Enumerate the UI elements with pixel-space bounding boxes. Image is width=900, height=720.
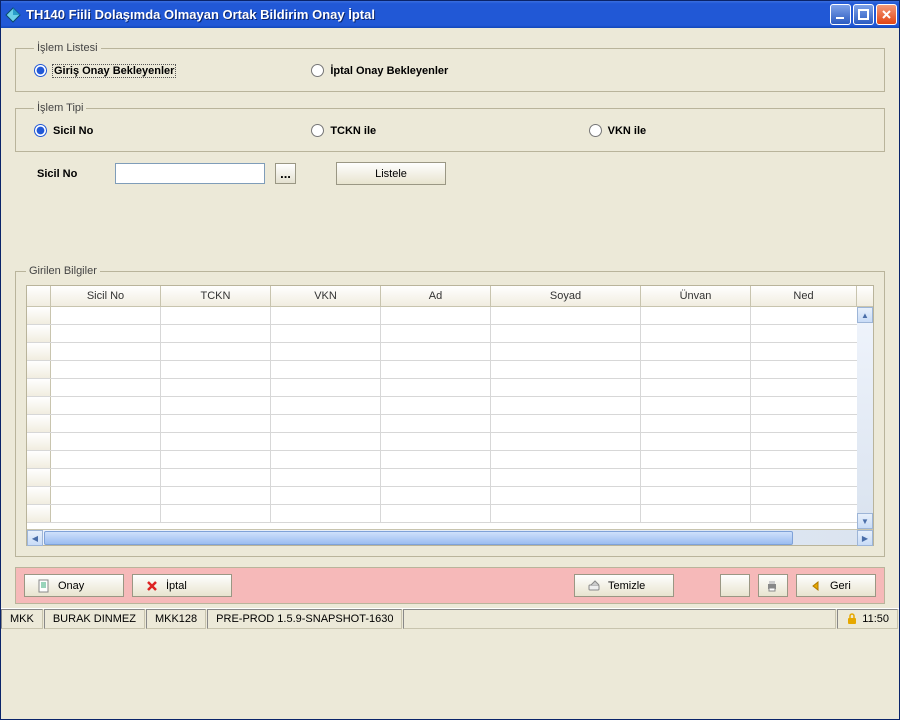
horizontal-scroll-track[interactable] xyxy=(43,530,857,545)
scroll-down-button[interactable]: ▼ xyxy=(857,513,873,529)
table-row[interactable] xyxy=(27,397,873,415)
radio-vkn-label[interactable]: VKN ile xyxy=(608,125,647,137)
back-arrow-icon xyxy=(809,579,823,593)
print-button[interactable] xyxy=(758,574,788,597)
table-row[interactable] xyxy=(27,487,873,505)
data-grid[interactable]: Sicil No TCKN VKN Ad Soyad Ünvan Ned xyxy=(26,285,874,546)
col-ned[interactable]: Ned xyxy=(751,286,857,306)
onay-button[interactable]: Onay xyxy=(24,574,124,597)
col-sicil-no[interactable]: Sicil No xyxy=(51,286,161,306)
radio-vkn[interactable] xyxy=(589,124,602,137)
window-title: TH140 Fiili Dolaşımda Olmayan Ortak Bild… xyxy=(26,7,828,22)
scroll-up-button[interactable]: ▲ xyxy=(857,307,873,323)
col-soyad[interactable]: Soyad xyxy=(491,286,641,306)
sicil-no-input[interactable] xyxy=(115,163,265,184)
radio-iptal-onay-label[interactable]: İptal Onay Bekleyenler xyxy=(330,65,448,77)
radio-giris-onay[interactable] xyxy=(34,64,47,77)
lock-icon xyxy=(846,613,858,625)
table-row[interactable] xyxy=(27,361,873,379)
col-vkn[interactable]: VKN xyxy=(271,286,381,306)
geri-button[interactable]: Geri xyxy=(796,574,876,597)
action-bar: Onay İptal Temizle Geri xyxy=(15,567,885,604)
col-unvan[interactable]: Ünvan xyxy=(641,286,751,306)
table-row[interactable] xyxy=(27,379,873,397)
table-row[interactable] xyxy=(27,325,873,343)
geri-label: Geri xyxy=(830,580,851,592)
status-seg-2: BURAK DINMEZ xyxy=(44,609,145,629)
radio-sicil-no-label[interactable]: Sicil No xyxy=(53,125,93,137)
temizle-button[interactable]: Temizle xyxy=(574,574,674,597)
grid-header: Sicil No TCKN VKN Ad Soyad Ünvan Ned xyxy=(27,286,873,307)
app-icon xyxy=(5,7,21,23)
lookup-button[interactable]: ... xyxy=(275,163,296,184)
table-row[interactable] xyxy=(27,433,873,451)
status-seg-4: PRE-PROD 1.5.9-SNAPSHOT-1630 xyxy=(207,609,402,629)
grid-corner xyxy=(27,286,51,306)
radio-tckn-label[interactable]: TCKN ile xyxy=(330,125,376,137)
grid-body: ▲ ▼ xyxy=(27,307,873,529)
status-seg-fill xyxy=(403,609,836,629)
cancel-icon xyxy=(145,579,159,593)
table-row[interactable] xyxy=(27,469,873,487)
islem-tipi-legend: İşlem Tipi xyxy=(34,102,86,114)
minimize-button[interactable] xyxy=(830,4,851,25)
scroll-left-button[interactable]: ◀ xyxy=(27,530,43,546)
temizle-label: Temizle xyxy=(608,580,645,592)
eraser-icon xyxy=(587,579,601,593)
table-row[interactable] xyxy=(27,307,873,325)
girilen-bilgiler-legend: Girilen Bilgiler xyxy=(26,265,100,277)
horizontal-scrollbar[interactable]: ◀ ▶ xyxy=(27,529,873,545)
iptal-button[interactable]: İptal xyxy=(132,574,232,597)
close-button[interactable] xyxy=(876,4,897,25)
table-row[interactable] xyxy=(27,505,873,523)
islem-listesi-group: İşlem Listesi Giriş Onay Bekleyenler İpt… xyxy=(15,42,885,92)
status-clock: 11:50 xyxy=(837,609,898,629)
col-tckn[interactable]: TCKN xyxy=(161,286,271,306)
onay-label: Onay xyxy=(58,580,84,592)
search-row: Sicil No ... Listele xyxy=(37,162,885,185)
status-bar: MKK BURAK DINMEZ MKK128 PRE-PROD 1.5.9-S… xyxy=(1,608,899,629)
scroll-right-button[interactable]: ▶ xyxy=(857,530,873,546)
radio-sicil-no[interactable] xyxy=(34,124,47,137)
radio-giris-onay-label[interactable]: Giriş Onay Bekleyenler xyxy=(53,65,175,77)
horizontal-scroll-thumb[interactable] xyxy=(44,531,793,545)
islem-tipi-group: İşlem Tipi Sicil No TCKN ile VKN ile xyxy=(15,102,885,152)
table-row[interactable] xyxy=(27,343,873,361)
iptal-label: İptal xyxy=(166,580,187,592)
title-bar: TH140 Fiili Dolaşımda Olmayan Ortak Bild… xyxy=(1,1,899,28)
girilen-bilgiler-group: Girilen Bilgiler Sicil No TCKN VKN Ad So… xyxy=(15,265,885,557)
table-row[interactable] xyxy=(27,415,873,433)
maximize-button[interactable] xyxy=(853,4,874,25)
grid-header-scrollgap xyxy=(857,286,873,306)
status-seg-3: MKK128 xyxy=(146,609,206,629)
islem-listesi-legend: İşlem Listesi xyxy=(34,42,101,54)
table-row[interactable] xyxy=(27,451,873,469)
document-icon xyxy=(37,579,51,593)
vertical-scrollbar[interactable]: ▲ ▼ xyxy=(857,307,873,529)
status-time: 11:50 xyxy=(862,613,889,625)
blank-button[interactable] xyxy=(720,574,750,597)
col-ad[interactable]: Ad xyxy=(381,286,491,306)
radio-iptal-onay[interactable] xyxy=(311,64,324,77)
listele-button[interactable]: Listele xyxy=(336,162,446,185)
search-label: Sicil No xyxy=(37,168,105,180)
vertical-scroll-track[interactable] xyxy=(857,323,873,513)
printer-icon xyxy=(765,579,779,593)
radio-tckn[interactable] xyxy=(311,124,324,137)
status-seg-1: MKK xyxy=(1,609,43,629)
